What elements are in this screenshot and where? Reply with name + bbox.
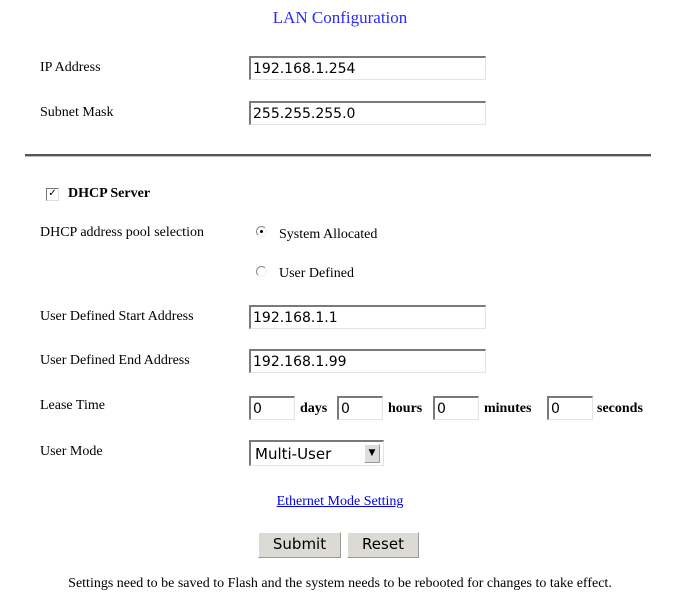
- ip-address-input[interactable]: 192.168.1.254: [249, 56, 486, 80]
- dhcp-server-checkbox[interactable]: ✓: [46, 188, 59, 201]
- user-mode-select[interactable]: Multi-User ▼: [249, 440, 384, 466]
- pool-selection-label: DHCP address pool selection: [40, 225, 204, 240]
- days-label: days: [300, 401, 328, 416]
- user-mode-label: User Mode: [40, 444, 103, 459]
- end-address-input[interactable]: 192.168.1.99: [249, 349, 486, 373]
- divider: [25, 154, 651, 157]
- subnet-mask-input[interactable]: 255.255.255.0: [249, 101, 486, 125]
- system-allocated-radio[interactable]: [256, 226, 267, 237]
- submit-button[interactable]: Submit: [258, 532, 341, 558]
- chevron-down-icon[interactable]: ▼: [364, 444, 380, 463]
- lease-hours-input[interactable]: 0: [337, 396, 383, 420]
- reset-button[interactable]: Reset: [347, 532, 419, 558]
- reboot-note: Settings need to be saved to Flash and t…: [68, 576, 612, 591]
- start-address-input[interactable]: 192.168.1.1: [249, 305, 486, 329]
- lease-minutes-input[interactable]: 0: [433, 396, 479, 420]
- ip-address-label: IP Address: [40, 60, 101, 75]
- minutes-label: minutes: [484, 401, 532, 416]
- ethernet-mode-link[interactable]: Ethernet Mode Setting: [0, 494, 680, 510]
- system-allocated-label: System Allocated: [279, 227, 378, 242]
- hours-label: hours: [388, 401, 423, 416]
- page-title: LAN Configuration: [272, 8, 408, 27]
- lease-time-label: Lease Time: [40, 398, 105, 413]
- dhcp-server-label: DHCP Server: [68, 186, 151, 201]
- subnet-mask-label: Subnet Mask: [40, 105, 114, 120]
- user-defined-label: User Defined: [279, 266, 355, 281]
- user-defined-radio[interactable]: [256, 266, 267, 277]
- user-mode-value: Multi-User: [255, 445, 332, 463]
- end-address-label: User Defined End Address: [40, 353, 190, 368]
- lease-days-input[interactable]: 0: [249, 396, 295, 420]
- seconds-label: seconds: [597, 401, 643, 416]
- lease-seconds-input[interactable]: 0: [547, 396, 593, 420]
- start-address-label: User Defined Start Address: [40, 309, 194, 324]
